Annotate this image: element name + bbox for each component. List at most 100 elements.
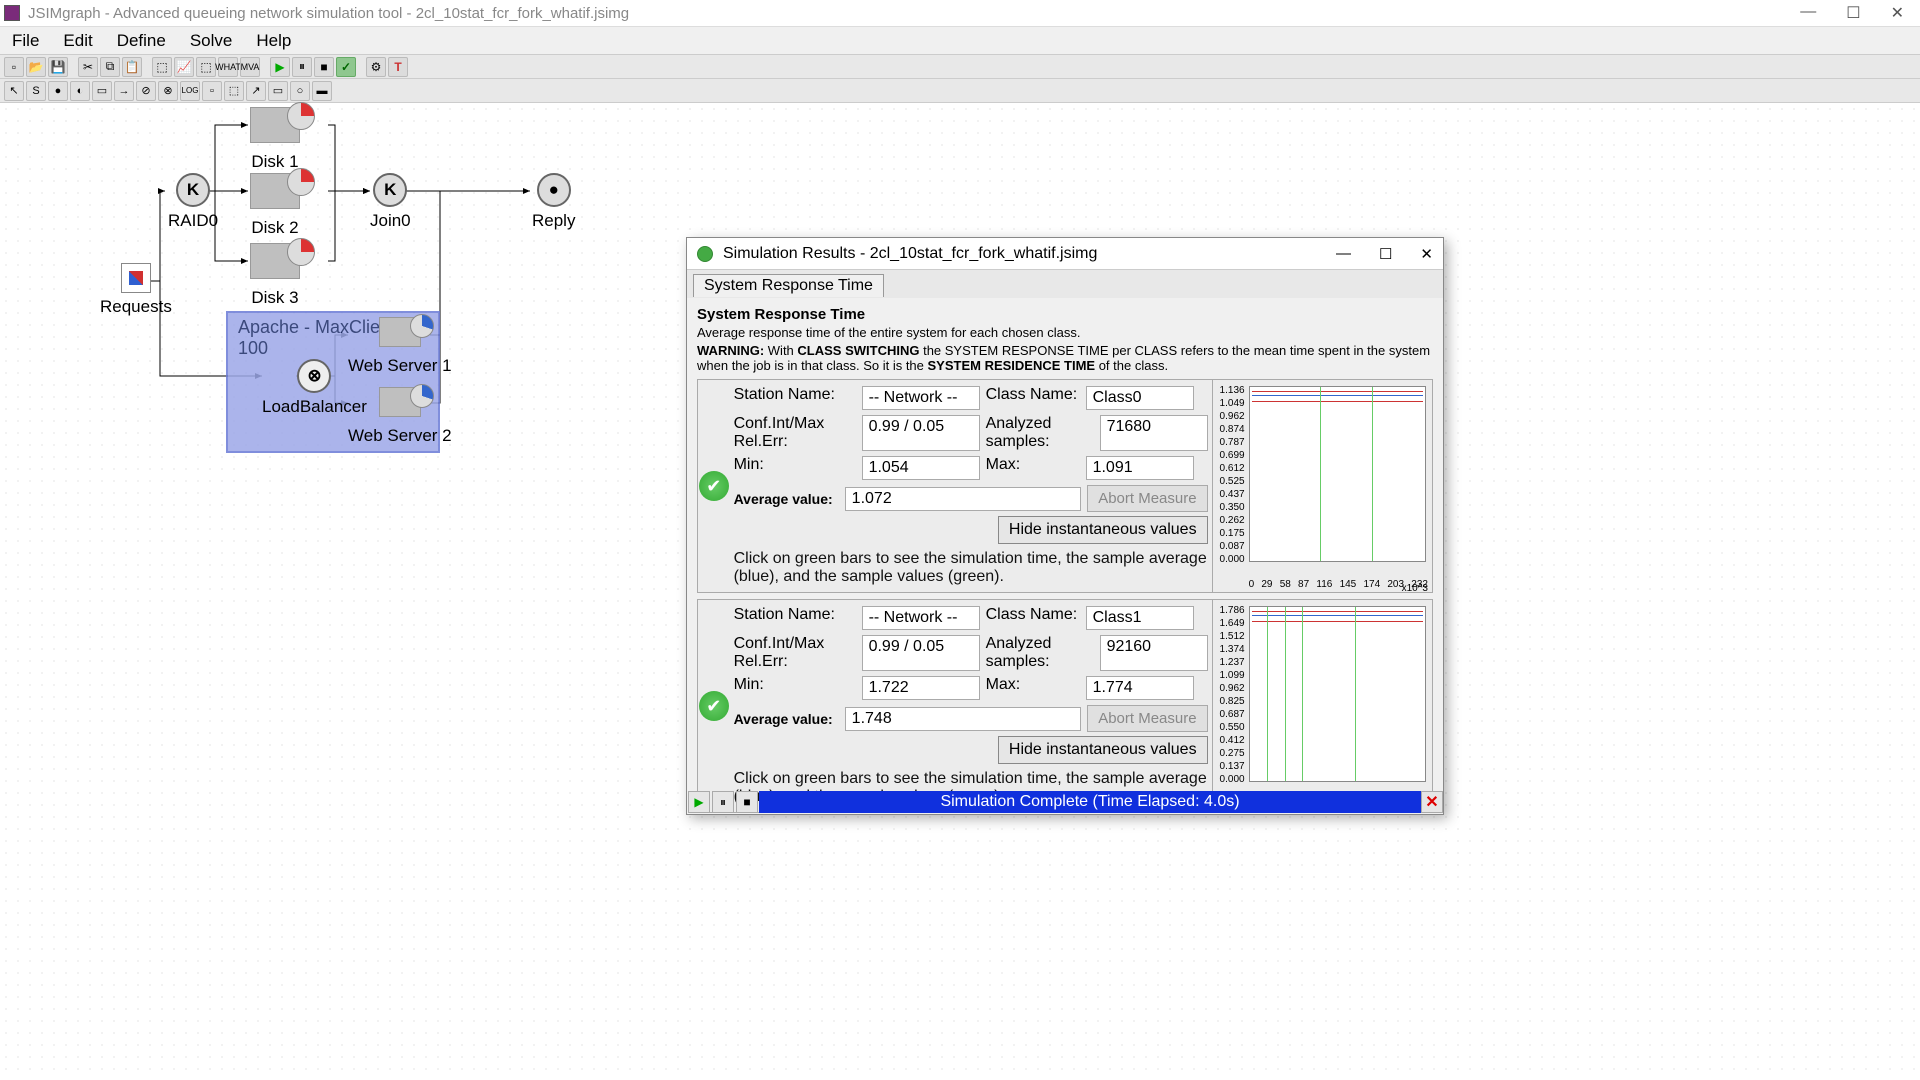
results-icon[interactable]: ✓: [336, 57, 356, 77]
hide-values-button[interactable]: Hide instantaneous values: [998, 736, 1208, 764]
cs-node-icon[interactable]: ⬚: [224, 81, 244, 101]
node-disk1[interactable]: Disk 1: [250, 107, 300, 172]
avg-value: 1.072: [845, 487, 1082, 511]
join-icon: K: [373, 173, 407, 207]
copy-icon[interactable]: ⧉: [100, 57, 120, 77]
measure-desc: Average response time of the entire syst…: [697, 325, 1433, 340]
minimize-button[interactable]: —: [1800, 3, 1816, 23]
select-icon[interactable]: ↖: [4, 81, 24, 101]
node-webserver2[interactable]: Web Server 2: [348, 387, 452, 446]
min-label: Min:: [734, 676, 862, 700]
class-label: Class Name:: [986, 606, 1086, 630]
menu-solve[interactable]: Solve: [178, 31, 245, 51]
source-node-icon[interactable]: S: [26, 81, 46, 101]
app-icon: [4, 5, 20, 21]
station-value: -- Network --: [862, 606, 980, 630]
menu-file[interactable]: File: [0, 31, 51, 51]
dialog-titlebar[interactable]: Simulation Results - 2cl_10stat_fcr_fork…: [687, 238, 1443, 270]
whatif-icon[interactable]: WHAT: [218, 57, 238, 77]
open-icon[interactable]: 📂: [26, 57, 46, 77]
text-icon[interactable]: T: [388, 57, 408, 77]
save-icon[interactable]: 💾: [48, 57, 68, 77]
tool-icon[interactable]: ⚙: [366, 57, 386, 77]
dialog-maximize-button[interactable]: ☐: [1379, 245, 1392, 263]
region-icon[interactable]: ▭: [268, 81, 288, 101]
measure-warning: WARNING: With CLASS SWITCHING the SYSTEM…: [697, 343, 1433, 373]
dialog-close-button[interactable]: ✕: [1420, 245, 1433, 263]
join-node-icon[interactable]: LOG: [180, 81, 200, 101]
mva-icon[interactable]: MVA: [240, 57, 260, 77]
place-node-icon[interactable]: ○: [290, 81, 310, 101]
pie-icon: [287, 168, 315, 196]
cut-icon[interactable]: ✂: [78, 57, 98, 77]
maximize-button[interactable]: ☐: [1846, 3, 1860, 23]
logger-node-icon[interactable]: ▫: [202, 81, 222, 101]
link-icon[interactable]: ↗: [246, 81, 266, 101]
sim-pause-button[interactable]: ⏸: [712, 791, 734, 813]
queue-node-icon[interactable]: ▭: [92, 81, 112, 101]
class-value: Class0: [1086, 386, 1194, 410]
node-join0[interactable]: K Join0: [370, 173, 411, 231]
node-disk2[interactable]: Disk 2: [250, 173, 300, 238]
samples-label: Analyzed samples:: [986, 415, 1100, 451]
station-label: Station Name:: [734, 606, 862, 630]
sink-node-icon[interactable]: ●: [48, 81, 68, 101]
menu-edit[interactable]: Edit: [51, 31, 104, 51]
pause-icon[interactable]: ⏸: [292, 57, 312, 77]
fork-node-icon[interactable]: ⊗: [158, 81, 178, 101]
hint-text: Click on green bars to see the simulatio…: [734, 544, 1208, 586]
dialog-minimize-button[interactable]: —: [1336, 245, 1351, 263]
sim-stop-button[interactable]: ■: [736, 791, 758, 813]
node-label: RAID0: [168, 211, 218, 231]
node-raid0[interactable]: K RAID0: [168, 173, 218, 231]
min-value: 1.054: [862, 456, 980, 480]
transition-icon[interactable]: ▬: [312, 81, 332, 101]
avg-label: Average value:: [734, 711, 839, 727]
chart-class1[interactable]: 1.7861.6491.5121.3741.2371.0990.9620.825…: [1212, 600, 1432, 812]
queue-icon: [379, 387, 421, 417]
node-reply[interactable]: ● Reply: [532, 173, 575, 231]
sink-icon: ●: [537, 173, 571, 207]
queue-icon: [379, 317, 421, 347]
node-label: Requests: [100, 297, 172, 317]
pie-icon: [410, 384, 434, 408]
node-label: Join0: [370, 211, 411, 231]
node-requests[interactable]: Requests: [100, 263, 172, 317]
node-disk3[interactable]: Disk 3: [250, 243, 300, 308]
run-icon[interactable]: ▶: [270, 57, 290, 77]
chart-class0[interactable]: 1.1361.0490.9620.8740.7870.6990.6120.525…: [1212, 380, 1432, 592]
sim-close-button[interactable]: ✕: [1421, 791, 1443, 813]
menubar: File Edit Define Solve Help: [0, 27, 1920, 55]
sim-progress: Simulation Complete (Time Elapsed: 4.0s): [759, 791, 1421, 813]
min-value: 1.722: [862, 676, 980, 700]
dialog-title: Simulation Results - 2cl_10stat_fcr_fork…: [723, 245, 1097, 263]
close-button[interactable]: ✕: [1891, 3, 1904, 23]
menu-define[interactable]: Define: [105, 31, 178, 51]
tab-system-response-time[interactable]: System Response Time: [693, 274, 884, 297]
conf-label: Conf.Int/Max Rel.Err:: [734, 415, 862, 451]
max-label: Max:: [986, 676, 1086, 700]
hide-values-button[interactable]: Hide instantaneous values: [998, 516, 1208, 544]
paste-icon[interactable]: 📋: [122, 57, 142, 77]
delay-node-icon[interactable]: →: [114, 81, 134, 101]
router-node-icon[interactable]: ⊘: [136, 81, 156, 101]
sim-play-button[interactable]: ▶: [688, 791, 710, 813]
results-dialog[interactable]: Simulation Results - 2cl_10stat_fcr_fork…: [686, 237, 1444, 815]
node-label: Disk 1: [250, 152, 300, 172]
stop-icon[interactable]: ■: [314, 57, 334, 77]
classes-icon[interactable]: ⬚: [152, 57, 172, 77]
chart-icon[interactable]: 📈: [174, 57, 194, 77]
terminal-node-icon[interactable]: ◐: [70, 81, 90, 101]
abort-measure-button[interactable]: Abort Measure: [1087, 705, 1207, 732]
conf-value: 0.99 / 0.05: [862, 635, 980, 671]
measures-icon[interactable]: ⬚: [196, 57, 216, 77]
chart-yaxis: 1.1361.0490.9620.8740.7870.6990.6120.525…: [1215, 384, 1245, 566]
abort-measure-button[interactable]: Abort Measure: [1087, 485, 1207, 512]
node-label: Web Server 2: [348, 426, 452, 446]
menu-help[interactable]: Help: [244, 31, 303, 51]
node-webserver1[interactable]: Web Server 1: [348, 317, 452, 376]
samples-label: Analyzed samples:: [986, 635, 1100, 671]
new-icon[interactable]: ▫: [4, 57, 24, 77]
plot-area: [1249, 386, 1426, 562]
node-label: Disk 2: [250, 218, 300, 238]
